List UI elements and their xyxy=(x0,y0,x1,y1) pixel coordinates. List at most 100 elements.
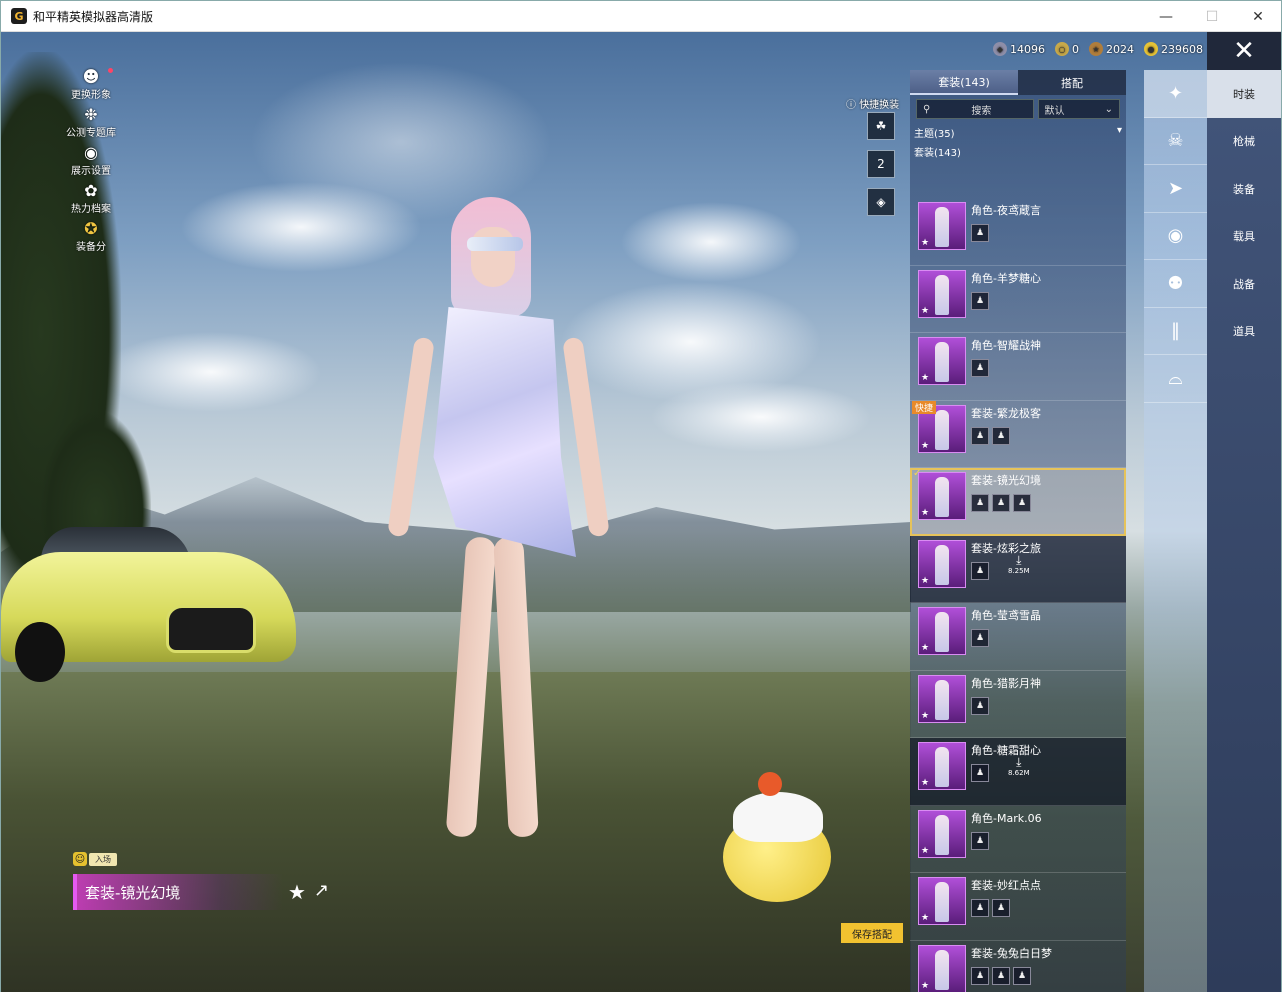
category-pants[interactable]: ‖ xyxy=(1144,308,1207,355)
outfit-list-item[interactable]: ★ 套装-炫彩之旅 ♟ ⤓ 8.25M xyxy=(910,535,1126,603)
theme-filter[interactable]: 主题(35) ▾ xyxy=(914,125,1122,140)
sub-item-icon[interactable]: ♟ xyxy=(971,224,989,242)
outfit-list-item[interactable]: ★ 套装-兔兔白日梦 ♟ ♟ ♟ xyxy=(910,941,1126,992)
favorite-star-icon[interactable]: ★ xyxy=(288,880,306,904)
sub-item-icon[interactable]: ♟ xyxy=(971,764,989,782)
sub-item-icon[interactable]: ♟ xyxy=(971,899,989,917)
current-outfit-name: 套装-镜光幻境 xyxy=(73,874,283,910)
outfit-list-item[interactable]: ★ 角色-猎影月神 ♟ xyxy=(910,671,1126,738)
nav-battle-gear[interactable]: 战备 xyxy=(1207,260,1281,308)
outfit-list-item[interactable]: ★ 套装-镜光幻境 ♟ ♟ ♟ ✓ xyxy=(910,468,1126,536)
outfit-list-item[interactable]: ★ 角色-羊梦糖心 ♟ xyxy=(910,266,1126,333)
quick-swap-slot-2[interactable]: 2 xyxy=(867,150,895,178)
category-cap[interactable]: ➤ xyxy=(1144,165,1207,213)
entry-badge[interactable]: ☺ 入场 xyxy=(73,851,117,867)
eye-icon: ◉ xyxy=(84,143,98,162)
suit-count: 套装(143) xyxy=(914,148,961,159)
sub-item-icon[interactable]: ♟ xyxy=(971,831,989,850)
menu-change-avatar[interactable]: ☻ 更换形象 xyxy=(61,68,121,101)
sub-item-icon[interactable]: ♟ xyxy=(971,629,989,647)
character-model[interactable] xyxy=(381,197,621,887)
star-icon: ★ xyxy=(921,980,930,991)
sub-item-icon[interactable]: ♟ xyxy=(971,291,989,310)
sub-item-icon[interactable]: ♟ xyxy=(1013,966,1031,985)
outfit-thumbnail: ★ xyxy=(918,607,966,655)
top-icon: ⚉ xyxy=(1167,272,1184,294)
category-head[interactable]: ☠ xyxy=(1144,118,1207,165)
sub-item-icon[interactable]: ♟ xyxy=(971,359,989,377)
maximize-button[interactable]: ☐ xyxy=(1189,1,1235,32)
score-badge-icon: ✪ xyxy=(84,219,98,238)
outfit-thumbnail: ★ xyxy=(918,337,966,385)
outfit-name: 套装-繁龙极客 xyxy=(971,406,1041,420)
tab-match[interactable]: 搭配 xyxy=(1018,70,1126,95)
menu-equip-score[interactable]: ✪ 装备分 xyxy=(61,219,121,254)
sub-item-icon[interactable]: ♟ xyxy=(971,696,989,715)
sub-item-icon[interactable]: ♟ xyxy=(971,426,989,445)
sub-item-icon[interactable]: ♟ xyxy=(992,899,1010,917)
quick-badge: 快捷 xyxy=(912,400,937,414)
star-icon: ★ xyxy=(921,575,930,586)
close-button[interactable]: ✕ xyxy=(1207,32,1281,70)
download-indicator[interactable]: ⤓ 8.25M xyxy=(1008,554,1030,576)
outfit-list-item[interactable]: ★ 角色-夜鸢蔵言 ♟ xyxy=(910,198,1126,266)
main-category-nav: 时装 枪械 装备 载具 战备 道具 xyxy=(1207,70,1281,992)
sub-item-icon[interactable]: ♟ xyxy=(971,966,989,985)
menu-display-settings[interactable]: ◉ 展示设置 xyxy=(61,143,121,178)
star-icon: ★ xyxy=(921,778,930,788)
slot-number: 2 xyxy=(877,157,885,171)
sort-select[interactable]: 默认 ⌄ xyxy=(1037,99,1120,119)
pants-icon: ‖ xyxy=(1171,320,1180,342)
outfit-list-item[interactable]: ★ 角色-智耀战神 ♟ xyxy=(910,333,1126,401)
face-icon: ◉ xyxy=(1167,225,1184,247)
sub-item-icon[interactable]: ♟ xyxy=(992,966,1010,985)
save-outfit-button[interactable]: 保存搭配 xyxy=(841,923,903,943)
category-top[interactable]: ⚉ xyxy=(1144,260,1207,308)
dropdown-arrow-icon: ▾ xyxy=(1116,125,1122,136)
close-window-button[interactable]: ✕ xyxy=(1235,1,1281,32)
vehicle-display xyxy=(1,527,301,687)
outfit-name: 套装-镜光幻境 xyxy=(971,474,1041,487)
quick-swap-slot-1[interactable]: ☘ xyxy=(867,112,895,140)
nav-props[interactable]: 道具 xyxy=(1207,308,1281,356)
nav-vehicles[interactable]: 载具 xyxy=(1207,213,1281,261)
nav-equipment[interactable]: 装备 xyxy=(1207,165,1281,213)
minimize-button[interactable]: — xyxy=(1143,1,1189,32)
share-icon[interactable]: ↗ xyxy=(314,880,329,901)
category-shoes[interactable]: ⌓ xyxy=(1144,355,1207,403)
sub-item-icon[interactable]: ♟ xyxy=(1013,494,1031,512)
nav-fashion[interactable]: 时装 xyxy=(1207,70,1281,118)
nav-guns[interactable]: 枪械 xyxy=(1207,118,1281,166)
currency-coin: ○ 0 xyxy=(1055,42,1079,56)
category-face[interactable]: ◉ xyxy=(1144,213,1207,260)
menu-heat-profile[interactable]: ✿ 热力档案 xyxy=(61,181,121,216)
sub-item-icon[interactable]: ♟ xyxy=(992,426,1010,445)
outfit-list-item[interactable]: ★ 套装-妙红点点 ♟ ♟ xyxy=(910,873,1126,941)
outfit-list-item[interactable]: ★ 套装-繁龙极客 ♟ ♟ 快捷 xyxy=(910,400,1126,468)
app-window: G 和平精英模拟器高清版 — ☐ ✕ ☻ 更换形象 ❉ 公测专题库 ◉ 展示设置… xyxy=(0,0,1282,992)
outfit-list: ★ 角色-夜鸢蔵言 ♟ ★ 角色-羊梦糖心 ♟ ★ 角色-智耀战神 ♟ ★ 套装-繁龙极客 ♟ ♟ 快捷 ★… xyxy=(910,198,1126,992)
outfit-thumbnail: ★ xyxy=(918,539,966,588)
sub-item-icon[interactable]: ♟ xyxy=(971,494,989,512)
currency-bar: ◆ 14096 ○ 0 ★ 2024 ● 239608 xyxy=(993,42,1203,56)
pet-chick[interactable] xyxy=(723,772,833,902)
search-input[interactable]: ⚲ 搜索 xyxy=(916,99,1034,119)
diamond-icon: ◈ xyxy=(876,195,886,209)
outfit-list-item[interactable]: ★ 角色-Mark.06 ♟ xyxy=(910,806,1126,873)
download-icon: ⤓ xyxy=(1016,755,1022,769)
sub-item-icon[interactable]: ♟ xyxy=(992,494,1010,512)
menu-library[interactable]: ❉ 公测专题库 xyxy=(61,106,121,140)
outfit-thumbnail: ★ xyxy=(918,944,966,992)
sub-item-icon[interactable]: ♟ xyxy=(971,561,989,580)
cloud xyxy=(621,202,801,282)
category-character[interactable]: ✦ xyxy=(1144,70,1207,118)
currency-medal: ★ 2024 xyxy=(1089,42,1134,56)
outfit-list-item[interactable]: ★ 角色-糖霜甜心 ♟ ⤓ 8.62M xyxy=(910,738,1126,806)
tab-suits[interactable]: 套装(143) xyxy=(910,70,1018,95)
quick-swap-slot-3[interactable]: ◈ xyxy=(867,188,895,216)
flame-icon: ✿ xyxy=(84,181,98,200)
outfit-list-item[interactable]: ★ 角色-莹鸢雪晶 ♟ xyxy=(910,603,1126,671)
quick-swap-label: ⓘ 快捷换装 xyxy=(846,100,900,111)
head-icon: ☠ xyxy=(1167,130,1184,152)
download-indicator[interactable]: ⤓ 8.62M xyxy=(1008,755,1030,778)
